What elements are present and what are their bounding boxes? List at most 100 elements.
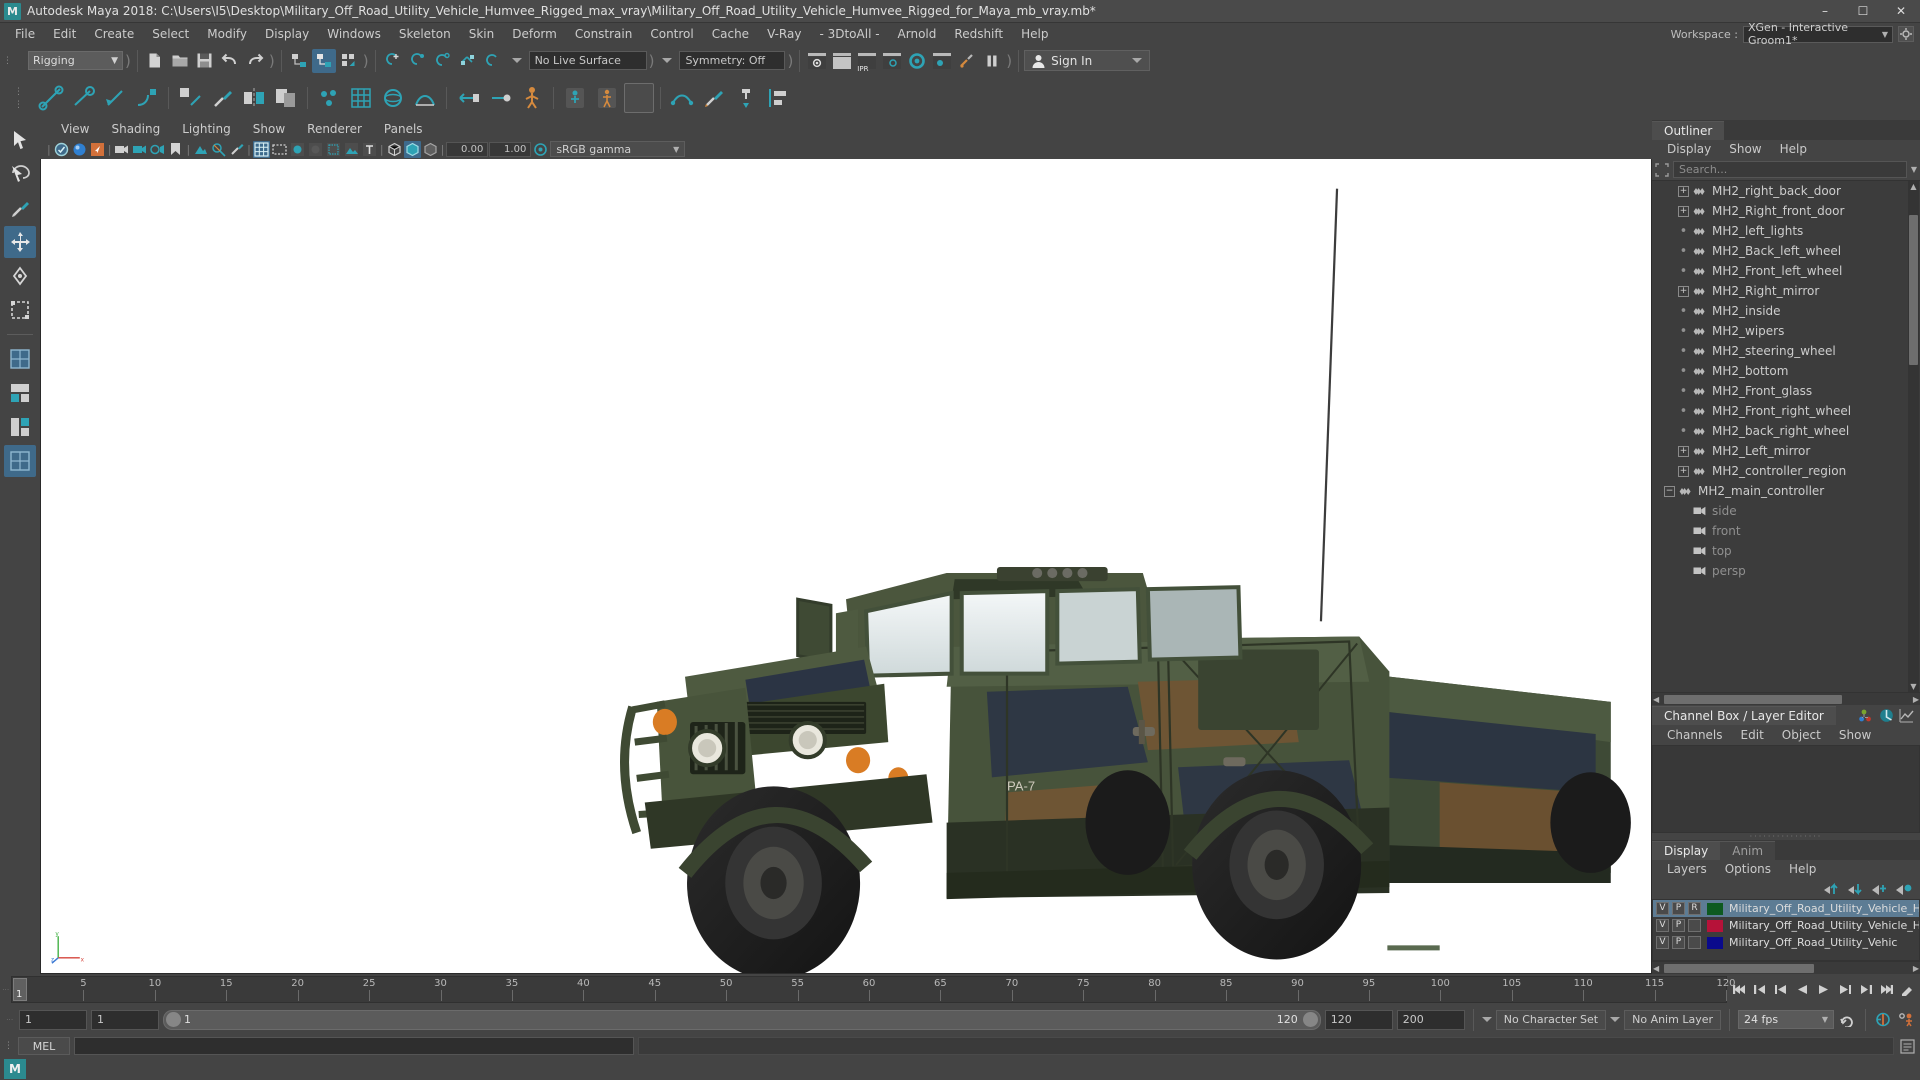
shelf-tab-grip[interactable]: ⋮ ⋮ (4, 78, 34, 118)
expand-toggle-icon[interactable]: + (1678, 185, 1689, 197)
channelbox-menu-channels[interactable]: Channels (1658, 726, 1732, 745)
outliner-scroll-thumb[interactable] (1909, 215, 1918, 365)
outliner-item[interactable]: • MH2_back_right_wheel (1652, 421, 1920, 441)
new-scene-button[interactable] (143, 49, 167, 73)
outliner-item[interactable]: • MH2_bottom (1652, 361, 1920, 381)
step-forward-frame-button[interactable] (1835, 980, 1854, 999)
scroll-right-arrow-icon[interactable]: ▶ (1913, 964, 1919, 973)
select-hierarchy-button[interactable] (287, 49, 311, 73)
render-settings-icon[interactable] (880, 49, 904, 73)
scroll-left-arrow-icon[interactable]: ◀ (1653, 964, 1659, 973)
snap-curve-icon[interactable] (406, 49, 430, 73)
layer-row[interactable]: V P R Military_Off_Road_Utility_Vehicle_Hu (1653, 900, 1919, 917)
menu-constrain[interactable]: Constrain (566, 23, 642, 45)
channelbox-menu-edit[interactable]: Edit (1732, 726, 1773, 745)
outliner-item[interactable]: + MH2_right_back_door (1652, 181, 1920, 201)
xray-active-icon[interactable] (422, 141, 439, 158)
outliner-item[interactable]: + MH2_Right_front_door (1652, 201, 1920, 221)
shelf-paint-weights-icon[interactable] (207, 83, 237, 113)
camera-lock-icon[interactable] (131, 141, 148, 158)
tab-anim-layers[interactable]: Anim (1720, 841, 1776, 860)
undo-button[interactable] (218, 49, 242, 73)
open-scene-button[interactable] (168, 49, 192, 73)
layer-reference-toggle[interactable] (1688, 936, 1701, 949)
outliner-menu-show[interactable]: Show (1720, 140, 1770, 159)
shelf-pin-icon[interactable] (731, 83, 761, 113)
outliner-search-input[interactable]: Search... (1673, 161, 1907, 178)
outliner-item[interactable]: persp (1652, 561, 1920, 581)
range-left-handle[interactable] (166, 1012, 181, 1027)
outliner-item[interactable]: − MH2_main_controller (1652, 481, 1920, 501)
search-chevron-down-icon[interactable]: ▼ (1911, 165, 1917, 174)
render-view-icon[interactable] (805, 49, 829, 73)
layer-row[interactable]: V P Military_Off_Road_Utility_Vehicle_Hu (1653, 917, 1919, 934)
snap-projected-icon[interactable] (456, 49, 480, 73)
xray-joints-icon[interactable] (403, 140, 421, 158)
shelf-deformer-icon[interactable] (667, 83, 697, 113)
vp-menu-lighting[interactable]: Lighting (171, 120, 242, 139)
outliner-item[interactable]: • MH2_Front_glass (1652, 381, 1920, 401)
layer-menu-layers[interactable]: Layers (1658, 860, 1716, 879)
outliner-item[interactable]: + MH2_Left_mirror (1652, 441, 1920, 461)
move-tool-icon[interactable] (4, 226, 36, 258)
render-setup-icon[interactable] (930, 49, 954, 73)
character-set-field[interactable]: No Character Set (1495, 1009, 1607, 1030)
anim-start-field[interactable]: 1 (91, 1009, 159, 1030)
gamma-value[interactable]: 1.00 (489, 141, 532, 157)
layer-reference-toggle[interactable]: R (1688, 902, 1701, 915)
outliner-item[interactable]: front (1652, 521, 1920, 541)
select-tool-icon[interactable] (4, 124, 36, 156)
animation-preferences-icon[interactable] (1838, 1010, 1857, 1029)
channelbox-body[interactable] (1652, 745, 1920, 833)
scroll-right-arrow-icon[interactable]: ▶ (1913, 695, 1919, 704)
create-layer-from-selection-icon[interactable] (1895, 882, 1912, 896)
layer-list[interactable]: V P R Military_Off_Road_Utility_Vehicle_Hu V… (1652, 899, 1920, 961)
outliner-item[interactable]: • MH2_left_lights (1652, 221, 1920, 241)
vp-menu-renderer[interactable]: Renderer (296, 120, 373, 139)
channelbox-menu-object[interactable]: Object (1773, 726, 1830, 745)
focus-brackets-icon[interactable] (1655, 162, 1669, 177)
smooth-shade-icon[interactable] (289, 141, 306, 158)
layer-row[interactable]: V P Military_Off_Road_Utility_Vehic (1653, 934, 1919, 951)
render-sequence-icon[interactable] (830, 49, 854, 73)
expand-toggle-icon[interactable]: + (1678, 465, 1689, 477)
tab-outliner[interactable]: Outliner (1652, 121, 1725, 140)
step-forward-key-button[interactable] (1856, 980, 1875, 999)
redo-button[interactable] (243, 49, 267, 73)
range-bar[interactable]: 1 120 (163, 1009, 1321, 1030)
minimize-button[interactable]: – (1806, 0, 1844, 23)
shelf-cluster-icon[interactable] (314, 83, 344, 113)
shelf-quick-rig-icon[interactable] (560, 83, 590, 113)
vp-menu-shading[interactable]: Shading (100, 120, 171, 139)
channelbox-menu-show[interactable]: Show (1830, 726, 1880, 745)
menu-select[interactable]: Select (143, 23, 198, 45)
shelf-paint-deform-icon[interactable] (699, 83, 729, 113)
expand-toggle-icon[interactable]: + (1678, 205, 1689, 217)
four-pane-layout-icon[interactable] (4, 445, 36, 477)
outliner-vertical-scrollbar[interactable]: ▲ ▼ (1908, 181, 1919, 692)
layer-color-swatch[interactable] (1707, 919, 1723, 932)
shelf-character-icon[interactable] (517, 83, 547, 113)
xray-toggle-icon[interactable] (386, 141, 403, 158)
select-component-button[interactable] (337, 49, 361, 73)
workspace-settings-icon[interactable] (1898, 26, 1914, 42)
scroll-left-arrow-icon[interactable]: ◀ (1653, 695, 1659, 704)
shelf-align-icon[interactable] (763, 83, 793, 113)
edit-timeline-button[interactable] (1898, 980, 1917, 999)
menu-redshift[interactable]: Redshift (945, 23, 1012, 45)
range-right-handle[interactable] (1302, 1012, 1318, 1027)
3d-viewport[interactable]: PA-7 y x z (40, 159, 1652, 974)
vp-menu-view[interactable]: View (50, 120, 100, 139)
menu-cache[interactable]: Cache (703, 23, 758, 45)
statusline-grip[interactable]: ⋮ (3, 56, 13, 66)
create-empty-layer-icon[interactable] (1871, 882, 1888, 896)
menu-control[interactable]: Control (641, 23, 702, 45)
rotate-tool-icon[interactable] (4, 260, 36, 292)
tab-channel-box[interactable]: Channel Box / Layer Editor (1652, 706, 1836, 725)
menu-modify[interactable]: Modify (198, 23, 256, 45)
scroll-up-arrow-icon[interactable]: ▲ (1908, 181, 1919, 192)
timeslider-grip[interactable]: ⋮ (0, 974, 11, 1005)
play-backwards-button[interactable] (1793, 980, 1812, 999)
layer-menu-options[interactable]: Options (1716, 860, 1780, 879)
text-display-icon[interactable] (361, 141, 378, 158)
